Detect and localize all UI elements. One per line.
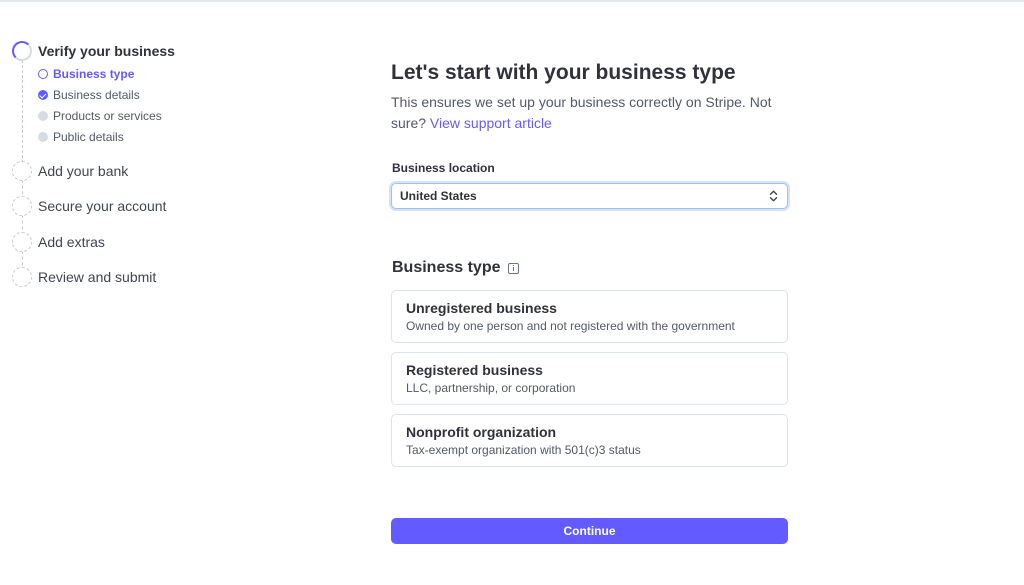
pending-dot-icon bbox=[38, 111, 48, 121]
substep-label: Products or services bbox=[53, 109, 162, 123]
step-label: Add extras bbox=[38, 234, 105, 250]
option-name: Unregistered business bbox=[406, 300, 557, 316]
option-description: Tax-exempt organization with 501(c)3 sta… bbox=[406, 443, 641, 457]
stepper-connector bbox=[22, 60, 23, 168]
dashed-circle-icon bbox=[12, 196, 32, 216]
support-article-link[interactable]: View support article bbox=[430, 115, 552, 131]
option-registered-business[interactable]: Registered business LLC, partnership, or… bbox=[391, 352, 788, 405]
step-secure-account[interactable]: Secure your account bbox=[12, 195, 166, 217]
chevron-up-down-icon bbox=[769, 190, 778, 202]
substep-label: Business details bbox=[53, 88, 140, 102]
step-label: Verify your business bbox=[38, 43, 175, 59]
substep-label: Public details bbox=[53, 130, 124, 144]
option-description: Owned by one person and not registered w… bbox=[406, 319, 735, 333]
check-circle-icon bbox=[38, 90, 48, 100]
dashed-circle-icon bbox=[12, 161, 32, 181]
step-label: Secure your account bbox=[38, 198, 167, 214]
main-content: Let's start with your business type This… bbox=[391, 60, 788, 134]
step-review-submit[interactable]: Review and submit bbox=[12, 266, 156, 288]
dashed-circle-icon bbox=[12, 267, 32, 287]
step-add-extras[interactable]: Add extras bbox=[12, 231, 105, 253]
step-label: Review and submit bbox=[38, 269, 157, 285]
business-location-label: Business location bbox=[392, 161, 495, 175]
step-add-bank[interactable]: Add your bank bbox=[12, 160, 128, 182]
substep-business-details[interactable]: Business details bbox=[38, 87, 140, 103]
business-type-heading: Business type bbox=[392, 259, 520, 277]
progress-ring-icon bbox=[12, 41, 32, 61]
option-nonprofit-organization[interactable]: Nonprofit organization Tax-exempt organi… bbox=[391, 414, 788, 467]
substep-public-details[interactable]: Public details bbox=[38, 129, 124, 145]
option-name: Nonprofit organization bbox=[406, 424, 557, 440]
dashed-circle-icon bbox=[12, 232, 32, 252]
business-location-select[interactable]: United States bbox=[391, 183, 788, 209]
substep-products-or-services[interactable]: Products or services bbox=[38, 108, 162, 124]
page-title: Let's start with your business type bbox=[391, 61, 736, 84]
step-verify-business[interactable]: Verify your business bbox=[12, 40, 175, 62]
option-name: Registered business bbox=[406, 362, 543, 378]
ring-icon bbox=[38, 69, 48, 79]
option-unregistered-business[interactable]: Unregistered business Owned by one perso… bbox=[391, 290, 788, 343]
info-icon[interactable] bbox=[508, 262, 520, 274]
step-label: Add your bank bbox=[38, 163, 129, 179]
top-divider bbox=[0, 0, 1024, 2]
substep-label: Business type bbox=[53, 67, 135, 81]
select-value: United States bbox=[400, 189, 477, 203]
pending-dot-icon bbox=[38, 132, 48, 142]
business-type-heading-text: Business type bbox=[392, 259, 501, 276]
option-description: LLC, partnership, or corporation bbox=[406, 381, 576, 395]
page-subtitle: This ensures we set up your business cor… bbox=[391, 92, 788, 134]
substep-business-type[interactable]: Business type bbox=[38, 66, 134, 82]
continue-button[interactable]: Continue bbox=[391, 518, 788, 544]
